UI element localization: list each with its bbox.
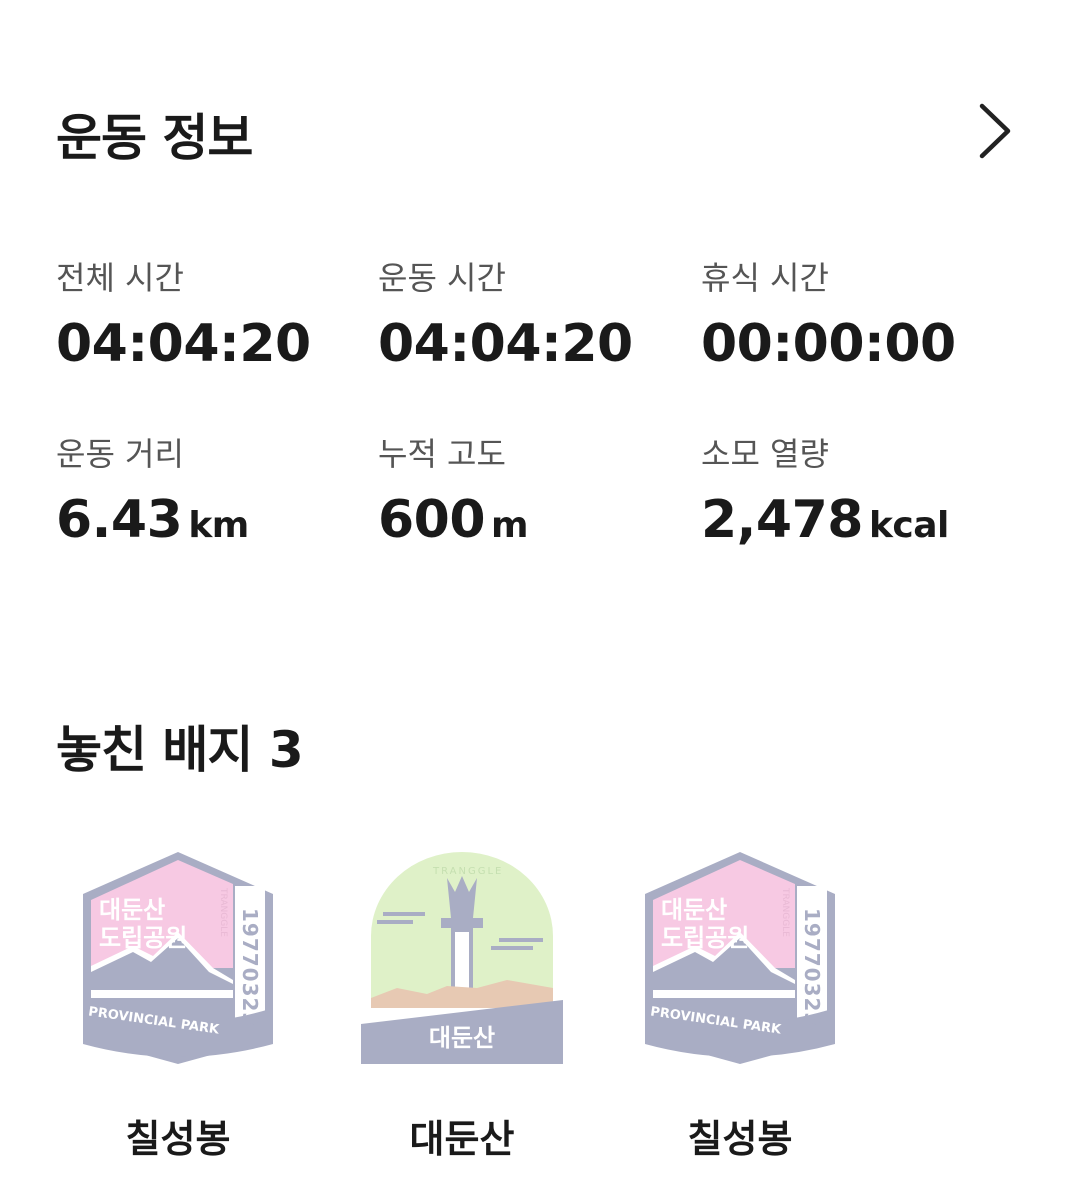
badge-park-line1: 대둔산 <box>661 896 727 924</box>
stat-value: 2,478 kcal <box>701 492 1001 554</box>
stat-number: 04:04:20 <box>56 314 311 374</box>
badge-brand: TRANGGLE <box>218 887 228 937</box>
stat-number: 04:04:20 <box>378 314 633 374</box>
badge-name: 대둔산 <box>409 1117 515 1161</box>
stat-label: 전체 시간 <box>56 259 184 297</box>
badge-banner: 대둔산 <box>429 1024 495 1052</box>
stat-rest-time: 휴식 시간 00:00:00 <box>701 258 1001 372</box>
badge-park-line1: 대둔산 <box>99 896 165 924</box>
stat-value: 600 m <box>378 492 678 554</box>
stat-value: 6.43 km <box>56 492 356 554</box>
park-badge-icon: 대둔산 도립공원 19770323 TRANGGLE PROVINCIAL PA… <box>645 852 835 1064</box>
badge-park-line2: 도립공원 <box>661 924 749 952</box>
workout-info-title: 운동 정보 <box>56 109 253 167</box>
missed-badges-title: 놓친 배지 3 <box>56 721 304 779</box>
stat-value: 04:04:20 <box>56 316 356 372</box>
badge-item[interactable]: 대둔산 도립공원 19770323 TRANGGLE PROVINCIAL PA… <box>58 848 298 1163</box>
stat-value: 00:00:00 <box>701 316 1001 372</box>
badge-park-line2: 도립공원 <box>99 924 187 952</box>
stat-distance: 운동 거리 6.43 km <box>56 434 356 554</box>
stat-calories: 소모 열량 2,478 kcal <box>701 434 1001 554</box>
chevron-right-icon[interactable] <box>970 100 1020 162</box>
stat-label: 누적 고도 <box>378 435 506 473</box>
stat-number: 600 <box>378 490 486 550</box>
badge-brand: TRANGGLE <box>432 866 503 877</box>
stat-elevation: 누적 고도 600 m <box>378 434 678 554</box>
badge-name: 칠성봉 <box>687 1117 793 1161</box>
stat-unit: km <box>188 505 249 546</box>
stat-number: 2,478 <box>701 490 863 550</box>
stat-label: 소모 열량 <box>701 435 829 473</box>
badge-date: 19770323 <box>238 908 262 1027</box>
stat-label: 휴식 시간 <box>701 259 829 297</box>
stat-label: 운동 시간 <box>378 259 506 297</box>
stat-unit: kcal <box>868 505 949 546</box>
stat-label: 운동 거리 <box>56 435 184 473</box>
park-badge-icon: 대둔산 도립공원 19770323 TRANGGLE PROVINCIAL PA… <box>83 852 273 1064</box>
badge-name: 칠성봉 <box>125 1117 231 1161</box>
badge-item[interactable]: TRANGGLE 대둔산 대둔산 <box>342 848 582 1163</box>
stat-value: 04:04:20 <box>378 316 678 372</box>
stat-unit: m <box>491 505 529 546</box>
stat-total-time: 전체 시간 04:04:20 <box>56 258 356 372</box>
stat-exercise-time: 운동 시간 04:04:20 <box>378 258 678 372</box>
stat-number: 6.43 <box>56 490 183 550</box>
badge-brand: TRANGGLE <box>780 887 790 937</box>
badge-item[interactable]: 대둔산 도립공원 19770323 TRANGGLE PROVINCIAL PA… <box>620 848 860 1163</box>
mountain-badge-icon: TRANGGLE 대둔산 <box>361 852 563 1064</box>
stat-number: 00:00:00 <box>701 314 956 374</box>
badge-date: 19770323 <box>800 908 824 1027</box>
